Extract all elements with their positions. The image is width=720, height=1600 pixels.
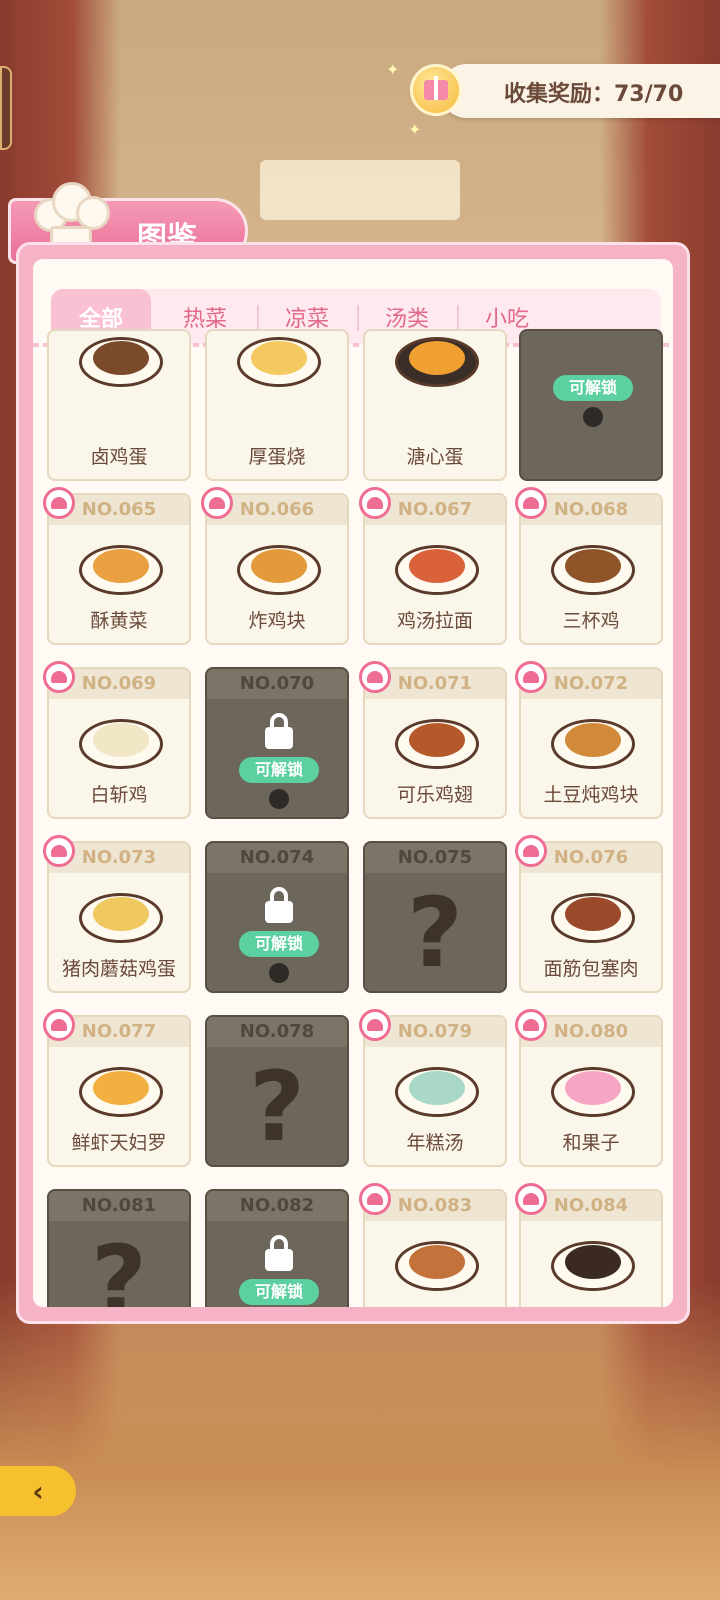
chef-hat-badge-icon: [43, 487, 75, 519]
recipe-name: 溏心蛋: [406, 446, 464, 468]
recipe-name: 土豆炖鸡块: [543, 784, 639, 806]
unlock-badge[interactable]: 可解锁: [553, 375, 633, 401]
back-arrow-icon: ‹: [32, 1474, 44, 1508]
lock-dot: [583, 407, 603, 427]
recipe-card-locked[interactable]: NO.081?: [47, 1189, 191, 1307]
recipe-name: 面筋包塞肉: [543, 958, 639, 980]
dish-image: [395, 709, 479, 773]
recipe-name: 白斩鸡: [90, 784, 148, 806]
chef-hat-badge-icon: [359, 1009, 391, 1041]
unknown-question-icon: ?: [249, 1051, 305, 1163]
recipe-grid: 卤鸡蛋 厚蛋烧 溏心蛋 可解锁 NO.065 酥黄菜 NO.066 炸鸡块 NO.067…: [33, 329, 673, 1307]
recipe-card-locked[interactable]: 可解锁: [519, 329, 663, 481]
unlock-badge[interactable]: 可解锁: [239, 757, 319, 783]
dish-image: [395, 535, 479, 599]
recipe-name: 年糕汤: [406, 1132, 464, 1154]
dish-image: [395, 1057, 479, 1121]
chef-hat-badge-icon: [515, 1009, 547, 1041]
recipe-name: 猪肉蘑菇鸡蛋: [61, 958, 176, 980]
chef-hat-badge-icon: [515, 487, 547, 519]
back-button[interactable]: ‹: [0, 1466, 76, 1516]
collection-reward-bar[interactable]: 收集奖励：73/70: [440, 64, 720, 118]
unlock-badge[interactable]: 可解锁: [239, 931, 319, 957]
gift-icon[interactable]: [410, 64, 462, 116]
recipe-name: 鲜虾天妇罗: [71, 1132, 167, 1154]
recipe-card-locked[interactable]: NO.082 可解锁: [205, 1189, 349, 1307]
side-tab-edge[interactable]: [0, 66, 12, 150]
dish-image: [79, 709, 163, 773]
recipe-number: NO.081: [81, 1195, 157, 1216]
chef-hat-badge-icon: [43, 661, 75, 693]
recipe-name: 厚蛋烧: [248, 446, 306, 468]
dish-image: [551, 535, 635, 599]
chef-hat-badge-icon: [43, 835, 75, 867]
chef-hat-badge-icon: [359, 487, 391, 519]
chef-hat-badge-icon: [515, 661, 547, 693]
recipe-number: NO.078: [239, 1021, 315, 1042]
recipe-card-locked[interactable]: NO.070 可解锁: [205, 667, 349, 819]
chef-hat-badge-icon: [201, 487, 233, 519]
dish-image: [395, 1231, 479, 1295]
recipe-card-locked[interactable]: NO.074 可解锁: [205, 841, 349, 993]
lock-dot: [269, 789, 289, 809]
dish-image: [551, 1057, 635, 1121]
recipe-card-locked[interactable]: NO.075?: [363, 841, 507, 993]
chef-hat-badge-icon: [515, 835, 547, 867]
lock-dot: [269, 963, 289, 983]
dish-image: [79, 1057, 163, 1121]
recipe-card[interactable]: 溏心蛋: [363, 329, 507, 481]
collection-panel-inner: 全部 热菜 凉菜 汤类 小吃 卤鸡蛋 厚蛋烧 溏心蛋 可解锁 NO.065 酥黄…: [33, 259, 673, 1307]
recipe-name: 鸡汤拉面: [396, 610, 473, 632]
recipe-name: 照烧鸡腿饭: [365, 1302, 505, 1307]
collection-panel: 全部 热菜 凉菜 汤类 小吃 卤鸡蛋 厚蛋烧 溏心蛋 可解锁 NO.065 酥黄…: [16, 242, 690, 1324]
lock-icon-body: [265, 727, 293, 749]
recipe-card[interactable]: 卤鸡蛋: [47, 329, 191, 481]
dish-image: [551, 709, 635, 773]
unlock-badge[interactable]: 可解锁: [239, 1279, 319, 1305]
chef-hat-badge-icon: [515, 1183, 547, 1215]
dish-image: [79, 535, 163, 599]
recipe-name: 凉拌黑木耳: [521, 1302, 661, 1307]
lock-icon-body: [265, 901, 293, 923]
recipe-name: 卤鸡蛋: [90, 446, 148, 468]
recipe-number: NO.070: [239, 673, 315, 694]
unknown-question-icon: ?: [91, 1225, 147, 1307]
dish-image: [551, 883, 635, 947]
recipe-name: 酥黄菜: [90, 610, 148, 632]
recipe-name: 三杯鸡: [562, 610, 620, 632]
lock-icon-body: [265, 1249, 293, 1271]
background-floor: [0, 1280, 720, 1600]
sparkle-icon: ✦: [386, 60, 400, 79]
dish-image: [237, 535, 321, 599]
dish-image: [551, 1231, 635, 1295]
recipe-number: NO.074: [239, 847, 315, 868]
chef-hat-badge-icon: [359, 661, 391, 693]
recipe-name: 和果子: [562, 1132, 620, 1154]
recipe-name: 炸鸡块: [248, 610, 306, 632]
sparkle-icon: ✦: [408, 120, 422, 139]
chef-hat-badge-icon: [359, 1183, 391, 1215]
recipe-card-locked[interactable]: NO.078?: [205, 1015, 349, 1167]
recipe-number: NO.075: [397, 847, 473, 868]
chef-hat-badge-icon: [43, 1009, 75, 1041]
dish-image: [79, 883, 163, 947]
background-ceiling-light: [260, 160, 460, 220]
collection-reward-label: 收集奖励：73/70: [504, 82, 684, 107]
recipe-name: 可乐鸡翅: [396, 784, 473, 806]
unknown-question-icon: ?: [407, 877, 463, 989]
recipe-card[interactable]: 厚蛋烧: [205, 329, 349, 481]
recipe-number: NO.082: [239, 1195, 315, 1216]
